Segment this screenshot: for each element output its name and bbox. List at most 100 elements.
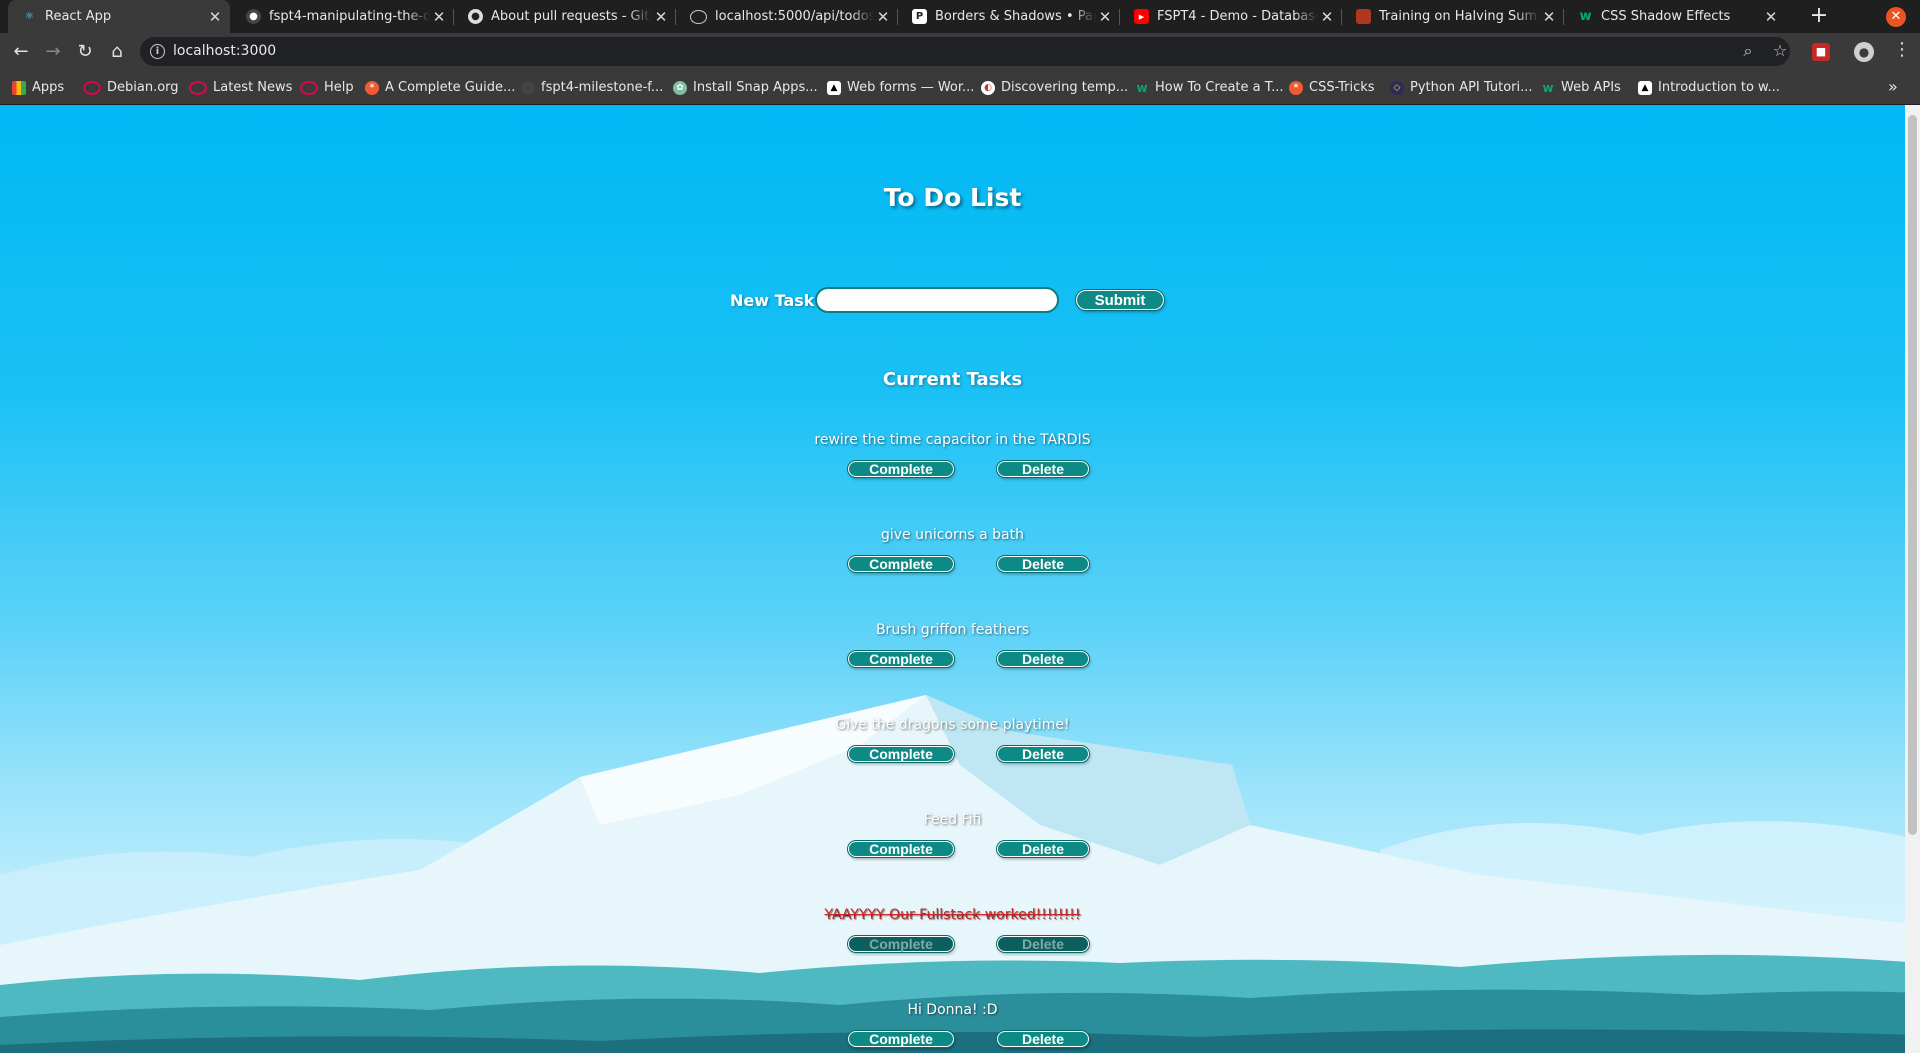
todo-app: To Do List New Task: Submit Current Task… bbox=[0, 105, 1905, 1053]
bookmark-install-snap-apps[interactable]: ✿ Install Snap Apps... bbox=[673, 79, 818, 96]
delete-button[interactable]: Delete bbox=[997, 461, 1089, 477]
apps-grid-icon bbox=[12, 80, 26, 95]
tab-fspt4-manipulating[interactable]: ● fspt4-manipulating-the-do ✕ bbox=[232, 0, 454, 33]
debian-icon bbox=[83, 80, 101, 95]
task-text: Give the dragons some playtime! bbox=[835, 717, 1070, 733]
profile-avatar-icon[interactable]: ● bbox=[1854, 42, 1874, 62]
bookmark-label: Web APIs bbox=[1561, 80, 1621, 95]
css-tricks-icon: * bbox=[1289, 80, 1303, 95]
bookmark-apps[interactable]: Apps bbox=[12, 79, 64, 96]
complete-button[interactable]: Complete bbox=[848, 556, 954, 572]
task-text: rewire the time capacitor in the TARDIS bbox=[814, 432, 1091, 448]
bookmark-debian-org[interactable]: Debian.org bbox=[83, 79, 179, 96]
w3schools-icon: w bbox=[1136, 80, 1148, 95]
zoom-icon[interactable]: ⌕ bbox=[1737, 41, 1759, 61]
bookmark-introduction-to[interactable]: ▲ Introduction to w... bbox=[1638, 79, 1780, 96]
current-tasks-heading: Current Tasks bbox=[882, 369, 1023, 390]
delete-button[interactable]: Delete bbox=[997, 556, 1089, 572]
github-icon: ● bbox=[246, 9, 261, 24]
browser-menu-icon[interactable]: ⋮ bbox=[1893, 39, 1911, 60]
tab-label: Training on Halving Sum | bbox=[1379, 9, 1540, 24]
bookmark-discovering-templates[interactable]: ◐ Discovering temp... bbox=[981, 79, 1128, 96]
tab-localhost-api-todos[interactable]: localhost:5000/api/todos/ ✕ bbox=[676, 0, 898, 33]
delete-button[interactable]: Delete bbox=[997, 1031, 1089, 1047]
complete-button[interactable]: Complete bbox=[848, 746, 954, 762]
bookmark-label: Introduction to w... bbox=[1658, 80, 1780, 95]
close-icon[interactable]: ✕ bbox=[652, 8, 670, 26]
task-item: rewire the time capacitor in the TARDIS … bbox=[0, 432, 1905, 512]
tab-label: React App bbox=[45, 9, 112, 24]
site-info-icon[interactable]: i bbox=[150, 44, 165, 59]
close-icon[interactable]: ✕ bbox=[206, 8, 224, 26]
page-title: To Do List bbox=[883, 183, 1022, 212]
browser-toolbar: ← → ↻ ⌂ i localhost:3000 ⌕ ☆ ■ ● ⋮ bbox=[0, 33, 1920, 70]
delete-button[interactable]: Delete bbox=[997, 746, 1089, 762]
tab-react-app[interactable]: ⚛ React App ✕ bbox=[8, 0, 230, 33]
bookmark-web-forms[interactable]: ▲ Web forms — Wor... bbox=[827, 79, 974, 96]
bookmark-help[interactable]: Help bbox=[300, 79, 354, 96]
github-icon bbox=[521, 80, 535, 95]
address-bar-url: localhost:3000 bbox=[173, 43, 277, 59]
bookmark-label: Web forms — Wor... bbox=[847, 80, 975, 95]
tab-borders-shadows[interactable]: P Borders & Shadows • Paper ✕ bbox=[898, 0, 1120, 33]
complete-button[interactable]: Complete bbox=[848, 461, 954, 477]
debian-icon bbox=[300, 80, 318, 95]
tab-fspt4-demo-databases[interactable]: ▶ FSPT4 - Demo - Databases ✕ bbox=[1120, 0, 1342, 33]
task-item: Feed Fifi Complete Delete bbox=[0, 812, 1905, 892]
complete-button[interactable]: Complete bbox=[848, 651, 954, 667]
close-icon[interactable]: ✕ bbox=[1096, 8, 1114, 26]
bookmark-label: Latest News bbox=[213, 80, 293, 95]
delete-button[interactable]: Delete bbox=[997, 651, 1089, 667]
tab-css-shadow-effects[interactable]: w CSS Shadow Effects ✕ bbox=[1564, 0, 1786, 33]
close-icon[interactable]: ✕ bbox=[1540, 8, 1558, 26]
home-icon[interactable]: ⌂ bbox=[104, 39, 130, 65]
forward-arrow-icon[interactable]: → bbox=[40, 39, 66, 65]
back-arrow-icon[interactable]: ← bbox=[8, 39, 34, 65]
address-bar[interactable]: i localhost:3000 ⌕ ☆ bbox=[140, 37, 1790, 66]
mdn-icon: ▲ bbox=[1638, 80, 1652, 95]
tab-about-pull-requests[interactable]: ● About pull requests - GitHu ✕ bbox=[454, 0, 676, 33]
bookmark-latest-news[interactable]: Latest News bbox=[189, 79, 292, 96]
github-icon: ● bbox=[468, 9, 483, 24]
bookmark-python-api-tutorial[interactable]: ◇ Python API Tutori... bbox=[1390, 79, 1533, 96]
w3schools-icon: w bbox=[1542, 80, 1554, 95]
youtube-icon: ▶ bbox=[1134, 9, 1149, 24]
close-icon[interactable]: ✕ bbox=[1762, 8, 1780, 26]
mdn-icon: ▲ bbox=[827, 80, 841, 95]
delete-button[interactable]: Delete bbox=[997, 936, 1089, 952]
bookmarks-bar: Apps Debian.org Latest News Help * A Com… bbox=[0, 70, 1920, 105]
bookmark-fspt4-milestone[interactable]: fspt4-milestone-f... bbox=[521, 79, 663, 96]
close-icon[interactable]: ✕ bbox=[430, 8, 448, 26]
extension-icon[interactable]: ■ bbox=[1812, 43, 1830, 61]
bookmark-star-icon[interactable]: ☆ bbox=[1769, 41, 1791, 60]
task-text: YAAYYYY Our Fullstack worked!!!!!!!! bbox=[824, 907, 1081, 923]
complete-button[interactable]: Complete bbox=[848, 936, 954, 952]
reload-icon[interactable]: ↻ bbox=[72, 39, 98, 65]
debian-icon bbox=[189, 80, 207, 95]
bookmark-how-to-create[interactable]: w How To Create a T... bbox=[1135, 79, 1283, 96]
bookmark-web-apis[interactable]: w Web APIs bbox=[1541, 79, 1621, 96]
close-icon[interactable]: ✕ bbox=[1318, 8, 1336, 26]
codewars-icon bbox=[1356, 9, 1371, 24]
page-scrollbar[interactable] bbox=[1905, 105, 1920, 1053]
tab-training-halving-sum[interactable]: Training on Halving Sum | ✕ bbox=[1342, 0, 1564, 33]
bookmarks-overflow-icon[interactable]: » bbox=[1888, 77, 1898, 96]
new-task-input[interactable] bbox=[815, 287, 1059, 313]
window-close-icon[interactable]: ✕ bbox=[1886, 7, 1906, 27]
tab-label: Borders & Shadows • Paper bbox=[935, 9, 1096, 24]
bookmark-css-tricks[interactable]: * CSS-Tricks bbox=[1289, 79, 1375, 96]
task-item: Hi Donna! :D Complete Delete bbox=[0, 1002, 1905, 1053]
new-tab-button[interactable]: + bbox=[1806, 4, 1832, 30]
task-text: Brush griffon feathers bbox=[875, 622, 1030, 638]
close-icon[interactable]: ✕ bbox=[874, 8, 892, 26]
task-text: Hi Donna! :D bbox=[907, 1002, 998, 1018]
delete-button[interactable]: Delete bbox=[997, 841, 1089, 857]
task-text: give unicorns a bath bbox=[880, 527, 1024, 543]
task-item: Give the dragons some playtime! Complete… bbox=[0, 717, 1905, 797]
scrollbar-thumb[interactable] bbox=[1908, 115, 1917, 835]
css-tricks-icon: * bbox=[365, 80, 379, 95]
bookmark-complete-guide[interactable]: * A Complete Guide... bbox=[365, 79, 515, 96]
complete-button[interactable]: Complete bbox=[848, 841, 954, 857]
complete-button[interactable]: Complete bbox=[848, 1031, 954, 1047]
submit-button[interactable]: Submit bbox=[1076, 290, 1164, 310]
